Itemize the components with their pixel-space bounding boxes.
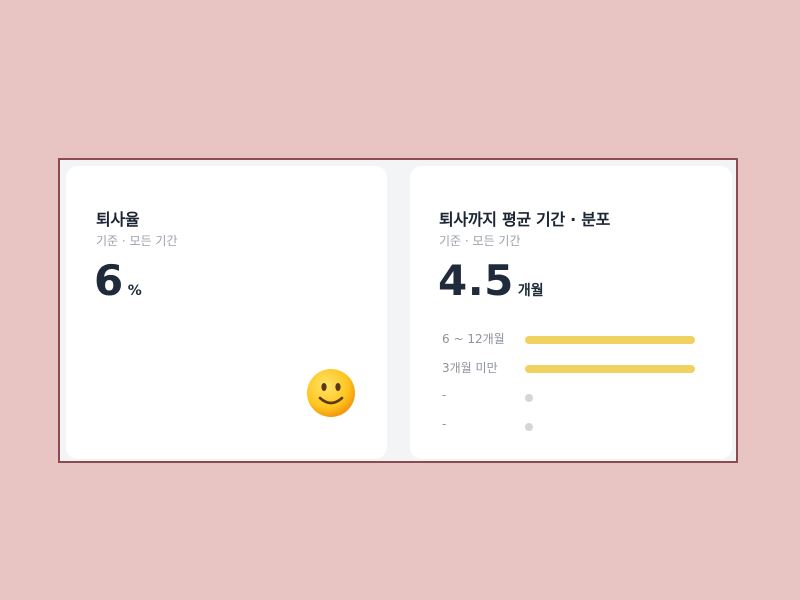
dashboard-frame: 퇴사율 기준 · 모든 기간 6% 퇴사까지 평균 기간 · 분포 기준 · 모… xyxy=(58,158,738,463)
distribution-label: 6 ~ 12개월 xyxy=(442,332,505,346)
turnover-rate-unit: % xyxy=(127,283,142,299)
tenure-distribution: 6 ~ 12개월 3개월 미만 - - xyxy=(440,326,710,442)
distribution-label: 3개월 미만 xyxy=(442,361,498,375)
distribution-bar xyxy=(525,336,695,344)
turnover-rate-title: 퇴사율 xyxy=(96,210,140,229)
distribution-bar xyxy=(525,394,533,402)
avg-tenure-subtitle: 기준 · 모든 기간 xyxy=(439,234,521,248)
avg-tenure-card: 퇴사까지 평균 기간 · 분포 기준 · 모든 기간 4.5 개월 6 ~ 12개… xyxy=(410,166,732,459)
avg-tenure-value: 4.5 xyxy=(438,256,514,305)
turnover-rate-subtitle: 기준 · 모든 기간 xyxy=(96,234,178,248)
turnover-rate-value-group: 6% xyxy=(94,256,142,305)
turnover-rate-value: 6 xyxy=(94,256,124,305)
distribution-row: - xyxy=(440,384,710,413)
distribution-bar xyxy=(525,423,533,431)
distribution-label: - xyxy=(442,417,447,431)
distribution-row: 3개월 미만 xyxy=(440,355,710,384)
avg-tenure-title: 퇴사까지 평균 기간 · 분포 xyxy=(439,210,611,229)
avg-tenure-unit: 개월 xyxy=(517,283,544,299)
distribution-label: - xyxy=(442,388,447,402)
slightly-smiling-face-icon xyxy=(307,369,355,417)
distribution-bar xyxy=(525,365,695,373)
turnover-rate-card: 퇴사율 기준 · 모든 기간 6% xyxy=(66,166,387,459)
distribution-row: - xyxy=(440,413,710,442)
avg-tenure-value-group: 4.5 개월 xyxy=(438,256,544,305)
distribution-row: 6 ~ 12개월 xyxy=(440,326,710,355)
